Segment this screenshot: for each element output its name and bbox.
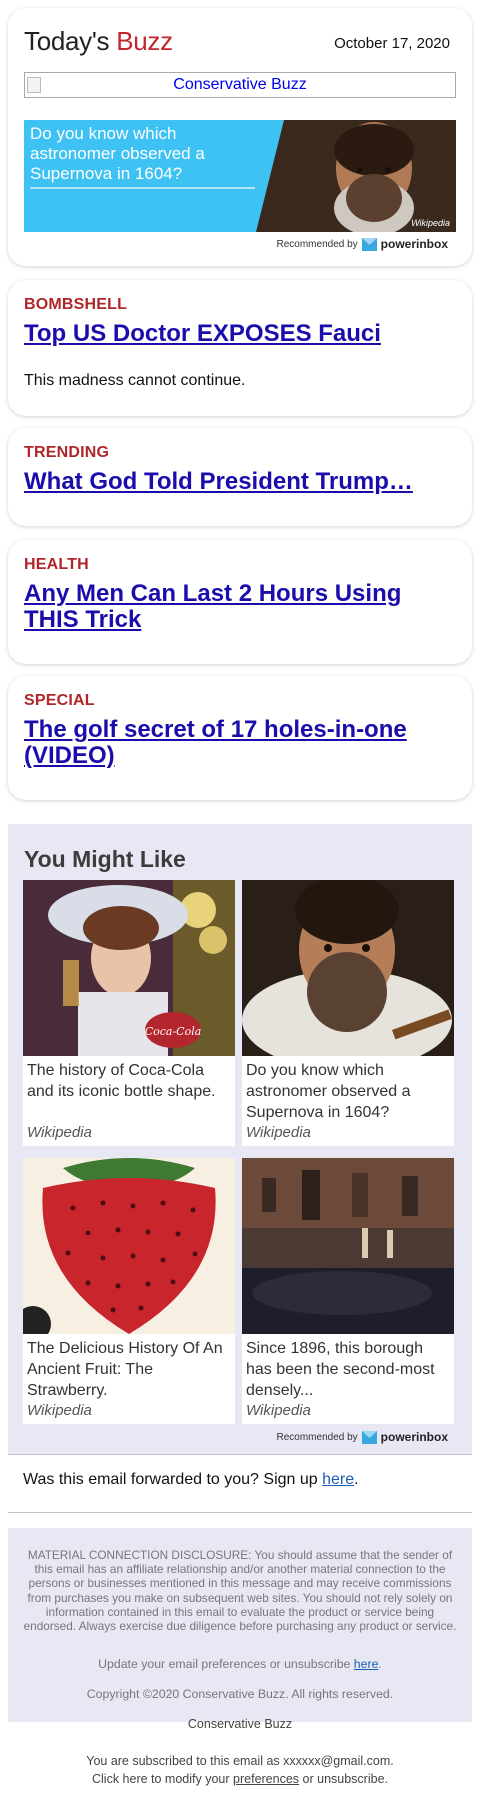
story-card: TRENDING What God Told President Trump… (8, 428, 472, 526)
you-might-like-section: You Might Like Coca-Cola The history of … (8, 824, 472, 1454)
prefs-text: Update your email preferences or unsubsc… (98, 1657, 351, 1671)
recommended-by-label: Recommended by (276, 238, 358, 250)
tile-title: Since 1896, this borough has been the se… (246, 1340, 435, 1399)
modify-line: Click here to modify your preferences or… (0, 1770, 480, 1788)
ad-credit: Wikipedia (411, 218, 450, 228)
astronomer-portrait-icon (256, 120, 456, 232)
ad-headline: Do you know which astronomer observed a … (30, 124, 205, 183)
story-card: SPECIAL The golf secret of 17 holes-in-o… (8, 676, 472, 800)
tile-title: The Delicious History Of An Ancient Frui… (27, 1340, 223, 1399)
modify-prefix: Click here to modify your (91, 1772, 230, 1786)
story-headline-link[interactable]: Top US Doctor EXPOSES Fauci (24, 321, 454, 347)
preferences-link[interactable]: preferences (233, 1772, 299, 1786)
brand-name-part1: Today's (24, 26, 110, 56)
subscription-info: You are subscribed to this email as xxxx… (0, 1752, 480, 1788)
story-kicker: HEALTH (24, 556, 89, 573)
recommendation-tile[interactable]: The Delicious History Of An Ancient Frui… (23, 1158, 235, 1424)
banner-image-link[interactable]: Conservative Buzz (24, 72, 456, 98)
story-subtitle: This madness cannot continue. (24, 372, 246, 389)
unsubscribe-link[interactable]: here (354, 1657, 379, 1671)
brand-name-part2: Buzz (116, 26, 173, 56)
story-kicker: BOMBSHELL (24, 296, 128, 313)
recommended-by[interactable]: Recommended by powerinbox (277, 1430, 449, 1444)
story-card: HEALTH Any Men Can Last 2 Hours Using TH… (8, 540, 472, 664)
banner-alt-text: Conservative Buzz (173, 76, 307, 93)
divider (8, 1454, 472, 1455)
recommendation-tile[interactable]: Since 1896, this borough has been the se… (242, 1158, 454, 1424)
modify-suffix: or unsubscribe. (302, 1772, 388, 1786)
story-headline-link[interactable]: The golf secret of 17 holes-in-one (VIDE… (24, 717, 454, 769)
tile-title: Do you know which astronomer observed a … (246, 1062, 411, 1121)
story-headline-link[interactable]: What God Told President Trump… (24, 469, 454, 495)
street-night-image (242, 1158, 454, 1334)
copyright: Copyright ©2020 Conservative Buzz. All r… (86, 1687, 394, 1701)
powerinbox-logo-icon (361, 237, 377, 251)
issue-date: October 17, 2020 (334, 35, 450, 52)
recommended-by[interactable]: Recommended by powerinbox (277, 237, 449, 251)
svg-text:Coca-Cola: Coca-Cola (145, 1025, 202, 1038)
forward-text: Was this email forwarded to you? Sign up (23, 1471, 318, 1488)
prefs-suffix: . (378, 1657, 382, 1671)
story-card: BOMBSHELL Top US Doctor EXPOSES Fauci Th… (8, 280, 472, 416)
tile-source: Wikipedia (246, 1402, 311, 1419)
forward-suffix: . (354, 1471, 359, 1488)
ad-divider (30, 187, 255, 189)
forward-signup: Was this email forwarded to you? Sign up… (23, 1471, 359, 1489)
story-kicker: TRENDING (24, 444, 110, 461)
story-kicker: SPECIAL (24, 692, 95, 709)
story-headline-link[interactable]: Any Men Can Last 2 Hours Using THIS Tric… (24, 581, 454, 633)
astronomer-portrait-image (242, 880, 454, 1056)
strawberry-image (23, 1158, 235, 1334)
section-title: You Might Like (24, 846, 186, 872)
recommendation-tile[interactable]: Coca-Cola The history of Coca-Cola and i… (23, 880, 235, 1146)
recommendation-tile[interactable]: Do you know which astronomer observed a … (242, 880, 454, 1146)
sender-name: Conservative Buzz (187, 1717, 293, 1731)
recommender-name: powerinbox (380, 1430, 448, 1444)
recommender-name: powerinbox (380, 237, 448, 251)
tile-source: Wikipedia (246, 1124, 311, 1141)
coca-cola-girl-image: Coca-Cola (23, 880, 235, 1056)
email-preferences: Update your email preferences or unsubsc… (8, 1657, 472, 1671)
recommended-by-label: Recommended by (276, 1431, 358, 1443)
tile-source: Wikipedia (27, 1124, 92, 1141)
powerinbox-logo-icon (361, 1430, 377, 1444)
header-card: Today's Buzz October 17, 2020 Conservati… (8, 8, 472, 266)
material-connection-disclosure: MATERIAL CONNECTION DISCLOSURE: You shou… (23, 1548, 457, 1634)
tile-title: The history of Coca-Cola and its iconic … (27, 1062, 216, 1100)
divider (8, 1512, 472, 1513)
sponsored-ad-banner[interactable]: Do you know which astronomer observed a … (24, 120, 456, 232)
signup-link[interactable]: here (322, 1471, 354, 1488)
brand-logo[interactable]: Today's Buzz (24, 26, 173, 57)
broken-image-icon (27, 77, 41, 93)
subscribed-line: You are subscribed to this email as xxxx… (86, 1754, 394, 1768)
tile-source: Wikipedia (27, 1402, 92, 1419)
